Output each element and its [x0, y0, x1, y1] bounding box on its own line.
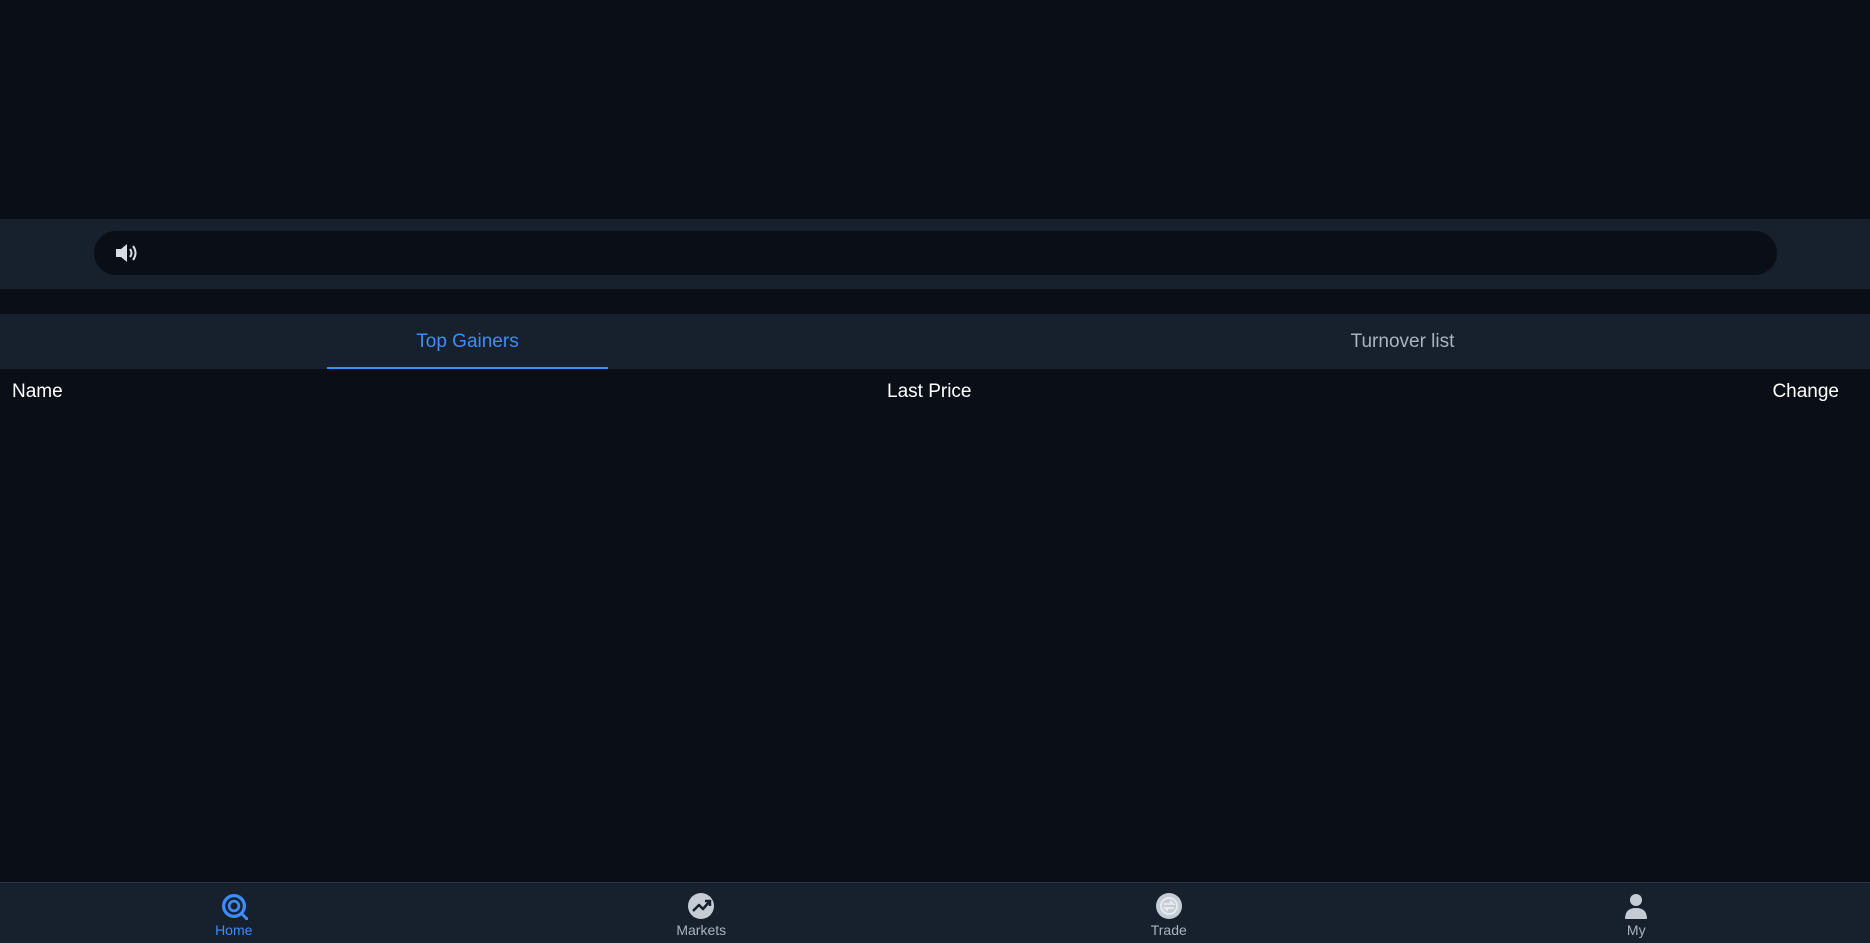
nav-item-trade[interactable]: Trade: [935, 883, 1403, 943]
nav-label-markets: Markets: [676, 922, 727, 938]
bottom-nav: Home Markets Trade My: [0, 882, 1870, 943]
tab-turnover-list-label: Turnover list: [1350, 330, 1455, 352]
home-icon: [220, 892, 248, 920]
banner-area: [0, 0, 1870, 219]
table-body: [0, 415, 1870, 882]
ranking-tabs: Top Gainers Turnover list: [0, 314, 1870, 369]
trade-icon: [1155, 892, 1183, 920]
notice-strip: [0, 219, 1870, 289]
nav-item-markets[interactable]: Markets: [468, 883, 936, 943]
column-header-last-price: Last Price: [887, 381, 972, 402]
tab-turnover-list[interactable]: Turnover list: [935, 314, 1870, 369]
app-page: Top Gainers Turnover list Name Last Pric…: [0, 0, 1870, 943]
speaker-icon: [113, 241, 139, 265]
markets-icon: [687, 892, 715, 920]
user-icon: [1622, 892, 1650, 920]
nav-item-home[interactable]: Home: [0, 883, 468, 943]
tab-top-gainers-label: Top Gainers: [416, 330, 519, 352]
table-header: Name Last Price Change: [0, 369, 1870, 415]
nav-item-my[interactable]: My: [1403, 883, 1870, 943]
notice-bar[interactable]: [94, 231, 1777, 275]
nav-label-my: My: [1626, 922, 1646, 938]
column-header-name: Name: [12, 381, 63, 402]
tab-top-gainers[interactable]: Top Gainers: [0, 314, 935, 369]
column-header-change: Change: [1772, 381, 1839, 402]
nav-label-home: Home: [215, 922, 253, 938]
nav-label-trade: Trade: [1150, 922, 1187, 938]
